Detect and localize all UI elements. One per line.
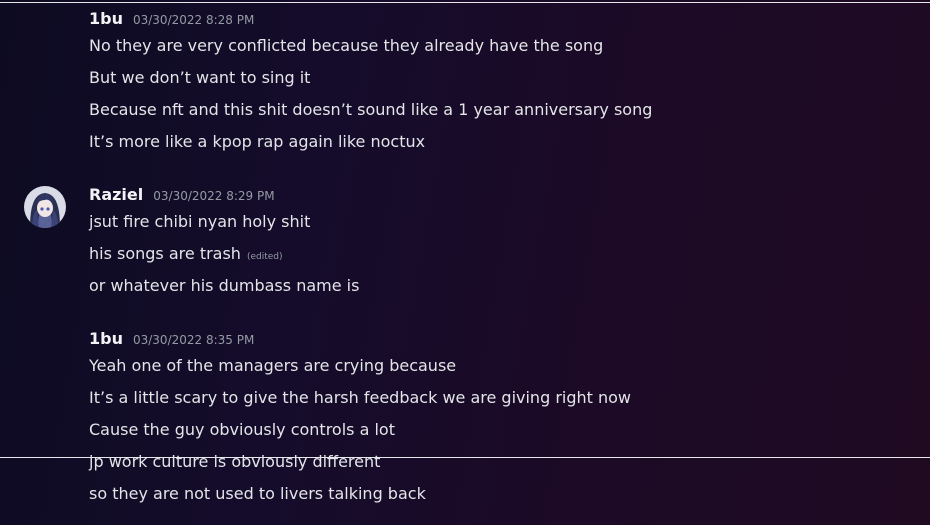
edited-label: (edited) [246,252,283,262]
message-header: 1bu 03/30/2022 8:28 PM [89,9,254,31]
username[interactable]: 1bu [89,329,123,348]
message-line: or whatever his dumbass name is [89,276,360,295]
message-line: his songs are trash (edited) [89,243,283,268]
message-line: jp work culture is obviously different [89,452,381,471]
message-header: Raziel 03/30/2022 8:29 PM [89,185,275,207]
timestamp[interactable]: 03/30/2022 8:29 PM [153,189,274,203]
message-line: so they are not used to livers talking b… [89,484,426,503]
message-line: Yeah one of the managers are crying beca… [89,356,457,375]
username[interactable]: Raziel [89,185,143,204]
timestamp[interactable]: 03/30/2022 8:28 PM [133,13,254,27]
message-line: Because nft and this shit doesn’t sound … [89,100,653,119]
message-text: his songs are trash [89,244,241,263]
mid-divider-line [0,457,930,458]
message-line: Cause the guy obviously controls a lot [89,420,395,439]
timestamp[interactable]: 03/30/2022 8:35 PM [133,333,254,347]
message-line: jsut fire chibi nyan holy shit [89,212,311,231]
message-line: But we don’t want to sing it [89,68,311,87]
avatar[interactable] [24,186,66,228]
raziel-avatar-icon [24,186,66,228]
top-divider-line [0,2,930,3]
message-line: It’s more like a kpop rap again like noc… [89,132,426,151]
message-line: No they are very conflicted because they… [89,36,604,55]
username[interactable]: 1bu [89,9,123,28]
message-header: 1bu 03/30/2022 8:35 PM [89,329,254,351]
message-line: It’s a little scary to give the harsh fe… [89,388,632,407]
